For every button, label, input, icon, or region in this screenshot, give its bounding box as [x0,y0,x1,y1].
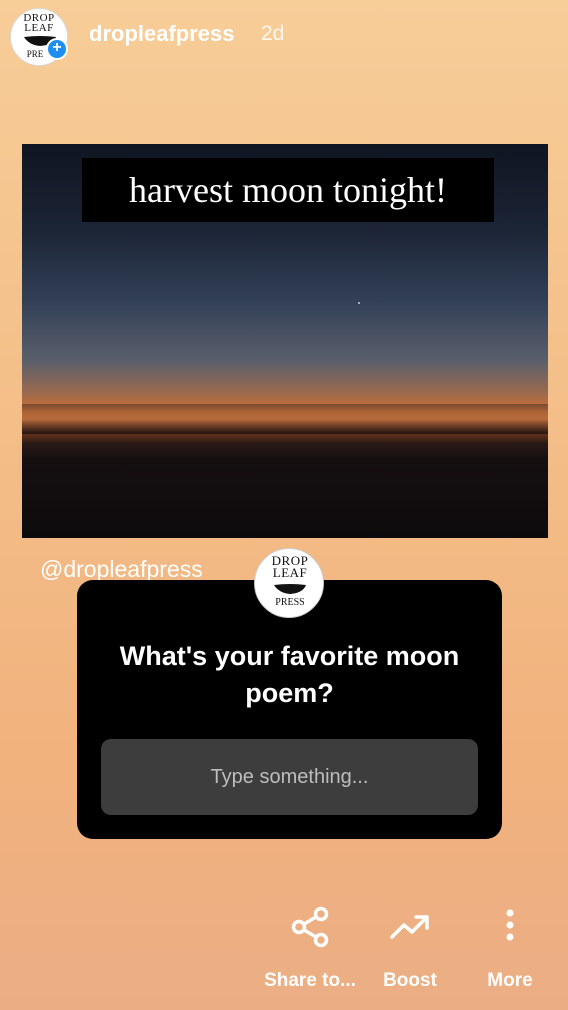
logo-text: DROP LEAF [23,12,55,34]
sticker-avatar: DROP LEAF PRESS [254,548,324,618]
shoreline [22,404,548,434]
photo-caption: harvest moon tonight! [82,158,494,222]
mention-tag[interactable]: @dropleafpress [40,556,203,583]
star-dot [358,302,360,304]
more-button[interactable]: More [480,905,540,992]
question-sticker[interactable]: What's your favorite moon poem? Type som… [77,580,502,839]
answer-input[interactable]: Type something... [101,739,478,815]
story-photo: harvest moon tonight! [22,144,548,538]
leaf-boat-icon [274,584,306,594]
logo-text: PRESS [275,597,305,608]
share-label: Share to... [264,970,356,991]
boost-label: Boost [383,970,437,991]
profile-avatar[interactable]: DROP LEAF PRE + [10,8,68,66]
more-vertical-icon [506,909,514,941]
trending-up-icon [390,915,429,939]
share-button[interactable]: Share to... [262,905,358,992]
boost-button[interactable]: Boost [378,905,442,992]
share-icon [291,906,329,948]
more-label: More [487,970,533,991]
post-timestamp: 2d [261,22,285,45]
logo-text: DROP LEAF [271,553,309,580]
story-header: DROP LEAF PRE + dropleafpress 2d [0,0,568,70]
add-icon[interactable]: + [46,38,68,60]
question-text: What's your favorite moon poem? [119,641,460,708]
username[interactable]: dropleafpress [89,21,235,47]
